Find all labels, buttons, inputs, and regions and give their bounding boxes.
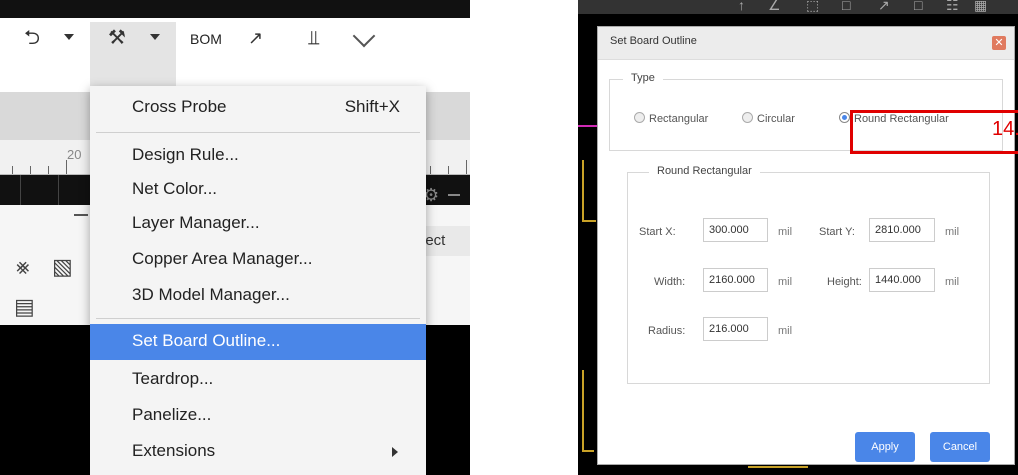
dialog-titlebar[interactable]: Set Board Outline ✕ <box>598 27 1014 60</box>
chevron-down-icon[interactable] <box>64 34 74 40</box>
start-y-label: Start Y: <box>819 226 855 238</box>
menu-item-label: Teardrop... <box>132 369 214 388</box>
radio-circular[interactable]: Circular <box>742 112 795 125</box>
top-dark-bar <box>0 0 470 18</box>
netlist-icon[interactable]: ⮌ <box>24 28 40 48</box>
pcb-trace <box>582 160 584 220</box>
params-group-legend: Round Rectangular <box>649 165 760 177</box>
radius-label: Radius: <box>648 325 686 337</box>
height-input[interactable]: 1440.000 <box>869 268 935 292</box>
select-icon[interactable]: ⨳ <box>16 254 30 280</box>
tools-button-active[interactable] <box>90 22 176 88</box>
tools-icon[interactable]: ⚒ <box>108 28 126 48</box>
export-icon[interactable]: ↗ <box>248 28 263 48</box>
radius-input[interactable]: 216.000 <box>703 317 768 341</box>
width-input[interactable]: 2160.000 <box>703 268 768 292</box>
menu-item-shortcut: Shift+X <box>344 97 400 116</box>
menu-item-label: Design Rule... <box>132 145 239 164</box>
menu-item-label: Copper Area Manager... <box>132 249 313 268</box>
dialog-title: Set Board Outline <box>610 35 697 47</box>
menu-item-label: Cross Probe <box>132 97 227 116</box>
radio-button-selected-icon <box>839 112 850 123</box>
left-editor-panel: ⮌ ⚒ BOM ↗ ⫫ 20 ⚙ ject ⨳ ▧ ▤ Cross Probe … <box>0 0 470 475</box>
bom-button[interactable]: BOM <box>190 31 222 47</box>
radius-unit: mil <box>778 325 793 337</box>
image-icon[interactable]: ▧ <box>52 254 73 280</box>
menu-item-label: Set Board Outline... <box>132 331 281 350</box>
minimize-icon[interactable] <box>74 214 88 216</box>
pcb-trace <box>582 220 596 222</box>
pcb-trace <box>582 370 584 450</box>
step-annotation: 14. <box>992 118 1018 140</box>
chevron-down-icon[interactable] <box>150 34 160 40</box>
menu-item-cross-probe[interactable]: Cross Probe Shift+X <box>90 90 426 126</box>
width-unit: mil <box>778 276 793 288</box>
pcb-trace <box>748 466 808 468</box>
menu-item-set-board-outline[interactable]: Set Board Outline... <box>90 324 426 360</box>
height-label: Height: <box>827 276 862 288</box>
collapse-icon[interactable] <box>448 194 460 196</box>
menu-item-net-color[interactable]: Net Color... <box>90 172 426 208</box>
width-label: Width: <box>654 276 686 288</box>
submenu-arrow-icon <box>392 447 398 457</box>
apply-button[interactable]: Apply <box>855 432 915 462</box>
set-board-outline-dialog: Set Board Outline ✕ Type Rectangular Cir… <box>597 26 1018 465</box>
start-y-input[interactable]: 2810.000 <box>869 218 935 242</box>
cancel-button[interactable]: Cancel <box>930 432 990 462</box>
menu-divider <box>96 132 420 133</box>
height-unit: mil <box>945 276 960 288</box>
type-group-legend: Type <box>623 72 663 84</box>
menu-item-design-rule[interactable]: Design Rule... <box>90 138 426 174</box>
share-icon[interactable]: ⫫ <box>308 28 319 48</box>
toolbar <box>0 22 470 92</box>
ruler-number: 20 <box>67 147 82 162</box>
layout-icon[interactable]: ▤ <box>14 294 35 320</box>
menu-item-extensions[interactable]: Extensions <box>90 434 426 470</box>
menu-item-label: Panelize... <box>132 405 212 424</box>
menu-item-label: Net Color... <box>132 179 218 198</box>
right-editor-panel: ↑ ∠ ⬚ □ ↗ □ ☷ ▦ Set Board Outline ✕ Type… <box>578 0 1018 475</box>
tools-dropdown-menu: Cross Probe Shift+X Design Rule... Net C… <box>90 86 426 475</box>
menu-item-3d-model-manager[interactable]: 3D Model Manager... <box>90 278 426 314</box>
start-x-input[interactable]: 300.000 <box>703 218 768 242</box>
radio-button-icon <box>742 112 753 123</box>
radio-button-icon <box>634 112 645 123</box>
menu-divider <box>96 318 420 319</box>
top-icon-strip: ↑ ∠ ⬚ □ ↗ □ ☷ ▦ <box>578 0 1018 14</box>
menu-item-copper-area-manager[interactable]: Copper Area Manager... <box>90 242 426 278</box>
menu-item-teardrop[interactable]: Teardrop... <box>90 362 426 398</box>
menu-item-label: 3D Model Manager... <box>132 285 290 304</box>
start-x-label: Start X: <box>639 226 676 238</box>
menu-item-label: Layer Manager... <box>132 213 260 232</box>
radio-label: Rectangular <box>649 113 709 125</box>
close-icon[interactable]: ✕ <box>992 36 1006 50</box>
menu-item-label: Extensions <box>132 441 216 460</box>
start-x-unit: mil <box>778 226 793 238</box>
radio-rectangular[interactable]: Rectangular <box>634 112 708 125</box>
pcb-trace <box>582 450 594 452</box>
radio-label: Circular <box>757 113 795 125</box>
menu-item-panelize[interactable]: Panelize... <box>90 398 426 434</box>
menu-item-layer-manager[interactable]: Layer Manager... <box>90 206 426 242</box>
start-y-unit: mil <box>945 226 960 238</box>
